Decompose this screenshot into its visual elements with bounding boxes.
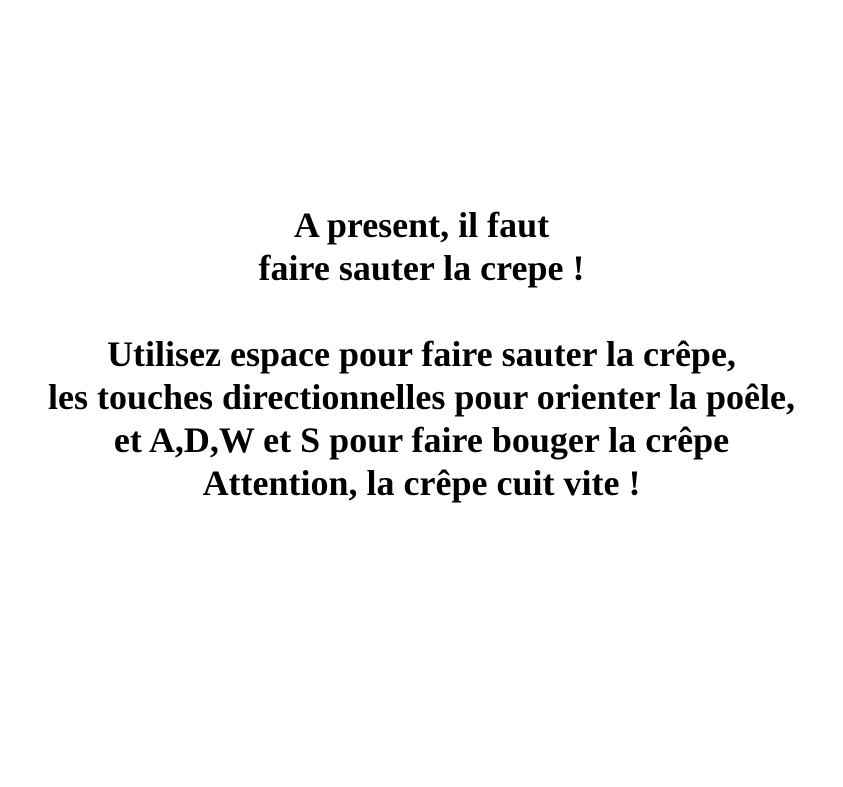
instruction-line-2: les touches directionnelles pour oriente… [48,377,795,417]
intro-line-2: faire sauter la crepe ! [258,248,585,288]
instruction-line-3: et A,D,W et S pour faire bouger la crêpe [113,420,730,460]
warning-line: Attention, la crêpe cuit vite ! [202,463,641,503]
instruction-line-1: Utilisez espace pour faire sauter la crê… [107,334,736,374]
game-screen: A present, il faut faire sauter la crepe… [0,0,843,787]
intro-line-1: A present, il faut [293,205,550,245]
instructions-text-block: A present, il faut faire sauter la crepe… [0,204,843,505]
